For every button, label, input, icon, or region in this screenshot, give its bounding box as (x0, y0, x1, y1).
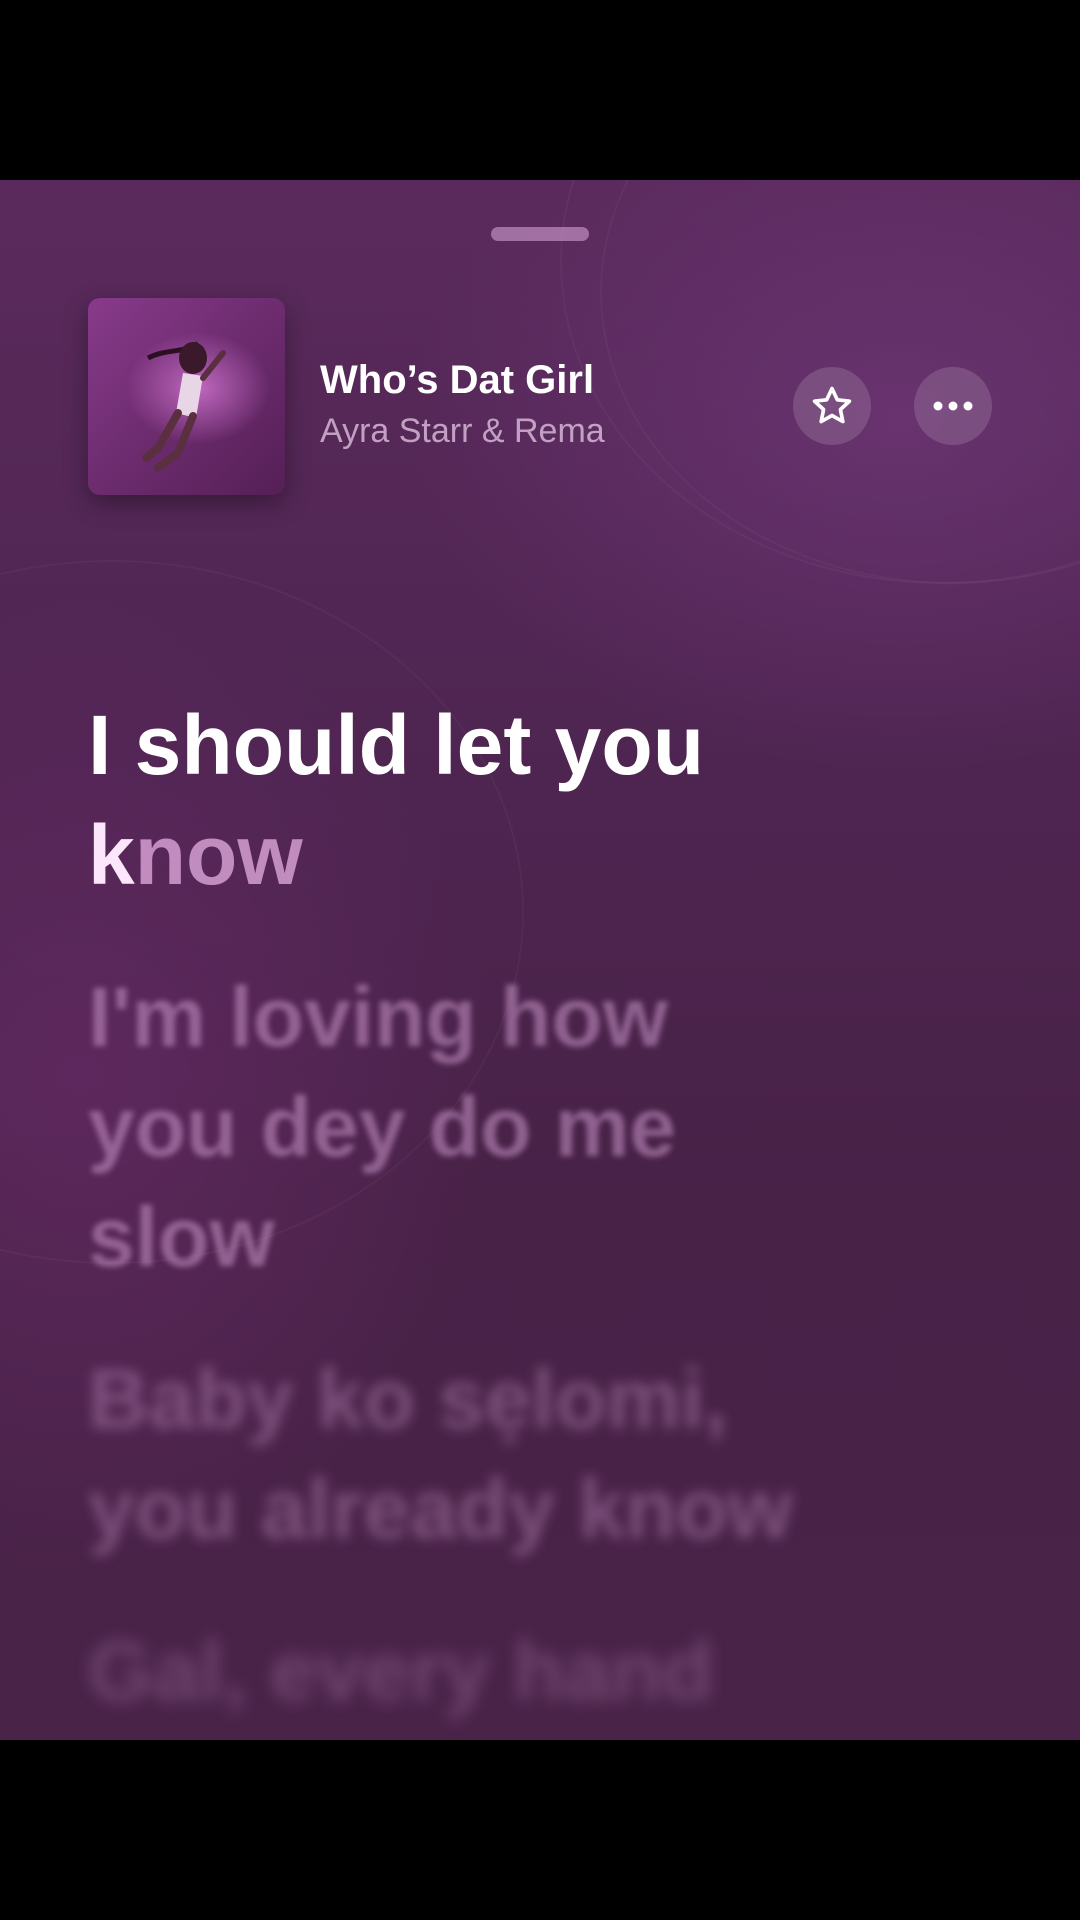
track-title[interactable]: Who’s Dat Girl (320, 358, 594, 403)
album-artwork-image (142, 341, 226, 472)
lyrics-container: I should let you know I'm loving how you … (88, 690, 988, 1740)
lyric-current-word-pending: now (134, 808, 303, 902)
lyric-current-word-sung: k (88, 808, 135, 902)
lyric-line-active[interactable]: I should let you know (88, 690, 988, 910)
sheet-grabber[interactable] (491, 227, 589, 241)
track-artist[interactable]: Ayra Starr & Rema (320, 412, 605, 451)
lyrics-screen: Who’s Dat Girl Ayra Starr & Rema I shoul… (0, 180, 1080, 1740)
lyric-line-upcoming[interactable]: I'm loving how you dey do me slow (88, 962, 708, 1292)
more-options-button[interactable] (914, 367, 992, 445)
lyric-line-upcoming[interactable]: Baby ko sẹlomi, you already know (88, 1344, 848, 1564)
favorite-button[interactable] (793, 367, 871, 445)
ellipsis-icon (933, 401, 973, 411)
lyric-sung-text: I should let you (88, 698, 705, 792)
album-artwork[interactable] (88, 298, 285, 495)
lyric-line-upcoming[interactable]: Gal, every hand (88, 1616, 848, 1726)
star-icon (812, 386, 852, 424)
